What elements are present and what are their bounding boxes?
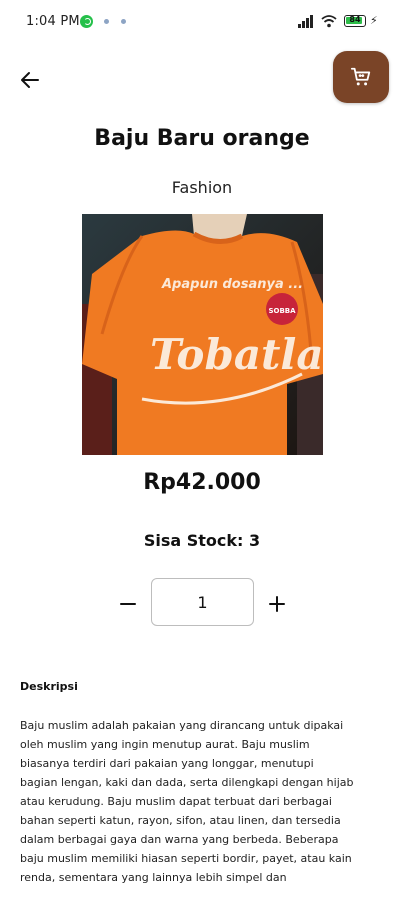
arrow-left-icon	[21, 72, 39, 88]
battery-icon: 84	[344, 15, 366, 27]
notification-dot-icon	[121, 19, 126, 24]
signal-icon	[298, 14, 316, 28]
description-text: Baju muslim adalah pakaian yang dirancan…	[20, 719, 354, 884]
status-bar: 1:04 PM 84 ⚡	[0, 0, 404, 44]
increase-quantity-button[interactable]	[263, 590, 291, 618]
product-category: Fashion	[171, 178, 233, 197]
product-price: Rp42.000	[143, 470, 261, 495]
notification-dot-icon	[104, 19, 109, 24]
shirt-print-tagline: Apapun dosanya ...	[161, 277, 303, 292]
description-label: Deskripsi	[20, 680, 78, 693]
plus-icon	[269, 596, 285, 612]
cart-button[interactable]	[333, 51, 389, 103]
back-button[interactable]	[14, 64, 46, 96]
wifi-icon	[321, 13, 337, 28]
status-time: 1:04 PM	[26, 14, 80, 29]
shopping-cart-icon	[350, 67, 371, 86]
battery-level: 84	[349, 15, 361, 24]
whatsapp-icon	[80, 15, 93, 28]
minus-icon	[120, 603, 136, 605]
decrease-quantity-button[interactable]	[114, 590, 142, 618]
charging-icon: ⚡	[370, 14, 378, 27]
product-stock: Sisa Stock: 3	[143, 531, 261, 550]
product-title: Baju Baru orange	[94, 126, 310, 151]
shirt-print-logo: Tobatlah	[150, 330, 323, 379]
product-image: Apapun dosanya ... SOBBA Tobatlah	[82, 214, 323, 455]
quantity-input[interactable]: 1	[151, 578, 254, 626]
shirt-print-badge: SOBBA	[268, 307, 296, 315]
